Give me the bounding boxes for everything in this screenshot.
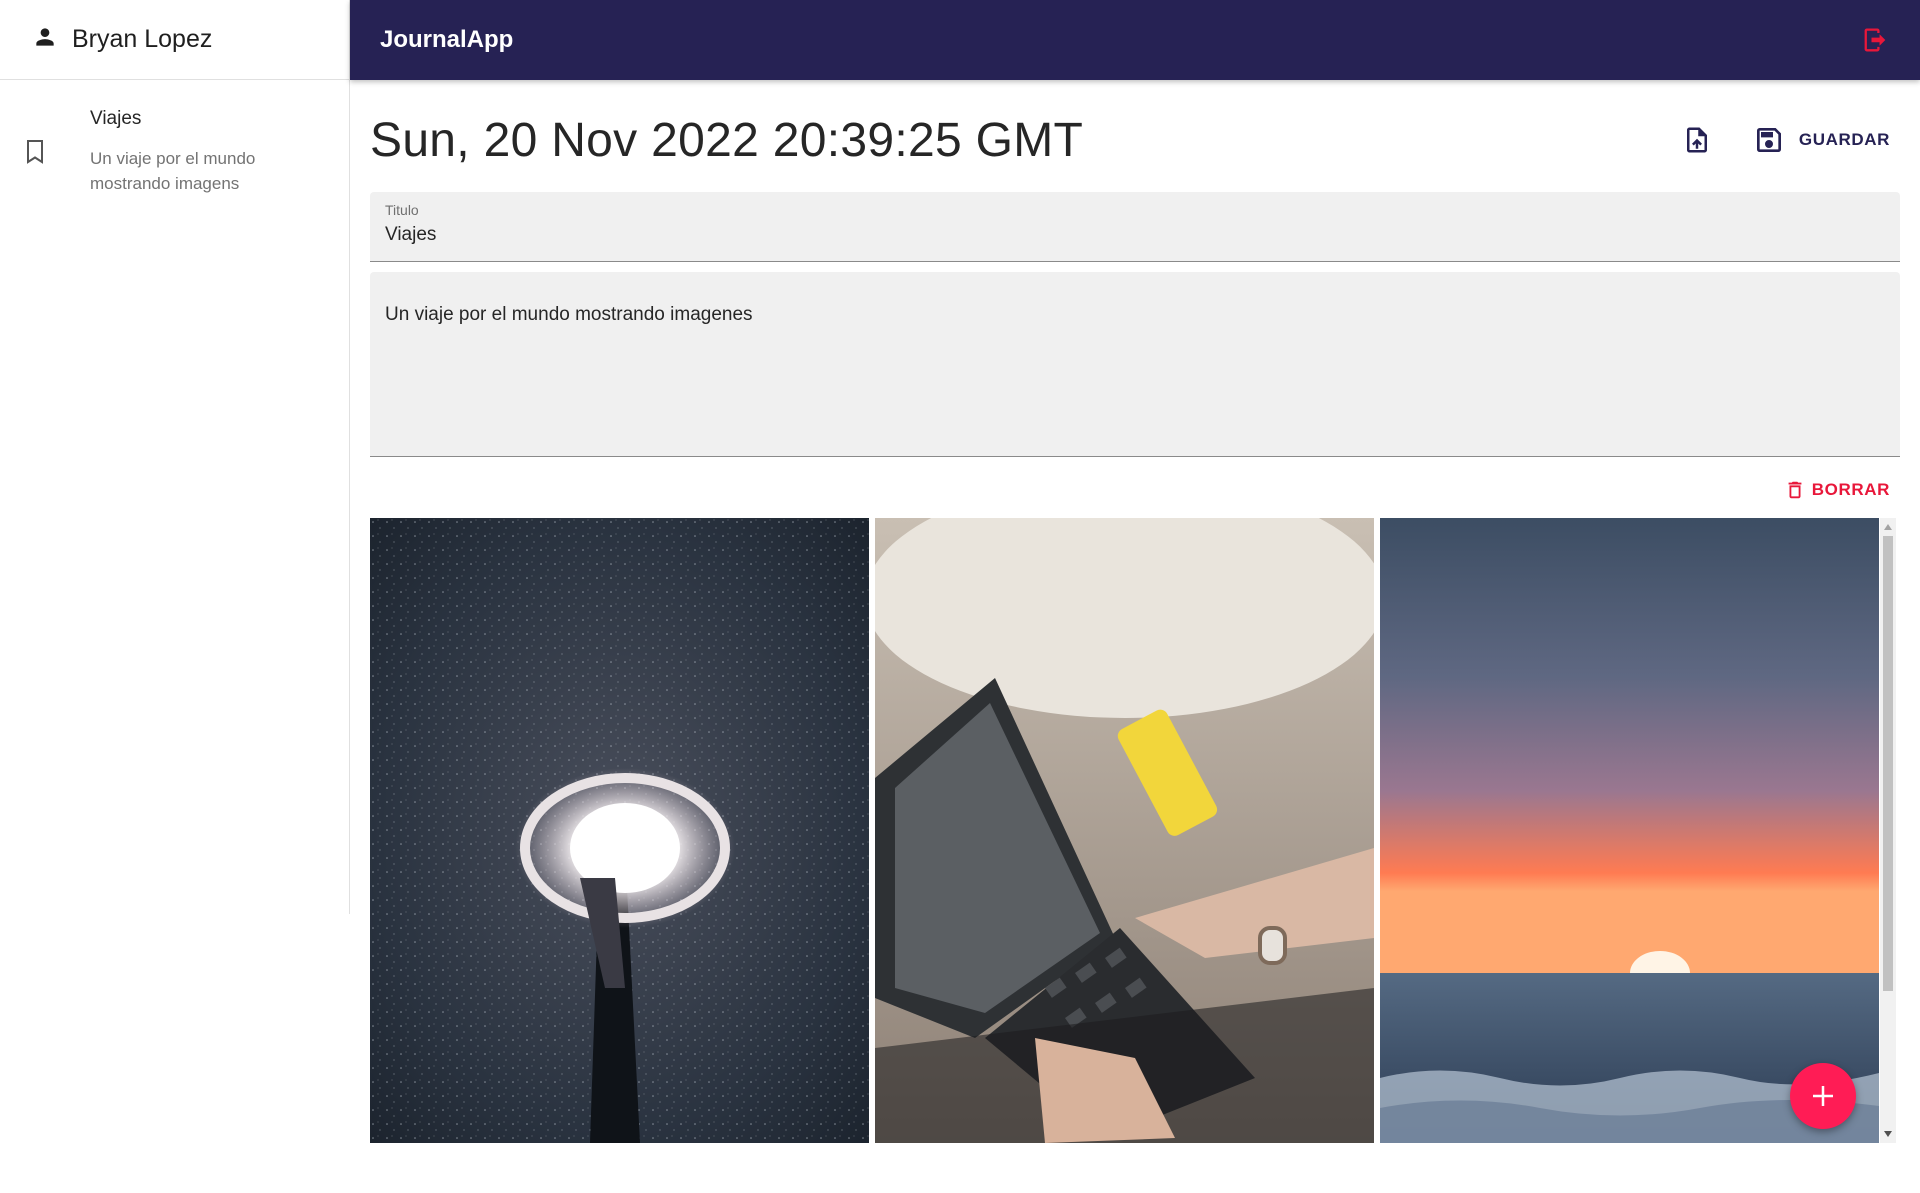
sidebar-entry-viajes[interactable]: Viajes Un viaje por el mundo mostrando i… bbox=[0, 80, 349, 196]
delete-button[interactable]: BORRAR bbox=[1784, 478, 1890, 502]
laptop-phone-photo[interactable] bbox=[875, 518, 1374, 1143]
title-field[interactable]: Titulo Viajes bbox=[370, 192, 1900, 262]
save-icon bbox=[1756, 128, 1781, 152]
note-editor: Sun, 20 Nov 2022 20:39:25 GMT GUARDAR Ti… bbox=[370, 80, 1900, 1193]
image-gallery[interactable] bbox=[370, 518, 1900, 1143]
note-header: Sun, 20 Nov 2022 20:39:25 GMT GUARDAR bbox=[370, 80, 1900, 192]
title-field-label: Titulo bbox=[385, 202, 419, 218]
sunset-ocean-photo[interactable] bbox=[1380, 518, 1879, 1143]
scroll-down-arrow-icon[interactable] bbox=[1884, 1131, 1892, 1137]
body-textarea[interactable]: Un viaje por el mundo mostrando imagenes bbox=[370, 272, 1900, 457]
scroll-up-arrow-icon[interactable] bbox=[1884, 524, 1892, 530]
sidebar-header: Bryan Lopez bbox=[0, 0, 349, 80]
note-date: Sun, 20 Nov 2022 20:39:25 GMT bbox=[370, 113, 1084, 167]
scrollbar-thumb[interactable] bbox=[1883, 536, 1893, 991]
sidebar: Bryan Lopez Viajes Un viaje por el mundo… bbox=[0, 0, 350, 914]
add-note-button[interactable] bbox=[1790, 1063, 1856, 1129]
app-bar: JournalApp bbox=[350, 0, 1920, 80]
person-icon bbox=[32, 24, 72, 55]
logout-icon[interactable] bbox=[1860, 25, 1890, 55]
bookmark-icon bbox=[0, 108, 90, 196]
title-input[interactable]: Viajes bbox=[385, 224, 1885, 246]
trash-icon bbox=[1788, 481, 1802, 499]
save-label: GUARDAR bbox=[1798, 130, 1890, 149]
save-button[interactable]: GUARDAR bbox=[1743, 116, 1900, 164]
delete-label: BORRAR bbox=[1811, 480, 1890, 499]
delete-row: BORRAR bbox=[370, 457, 1900, 523]
entry-body: Un viaje por el mundo mostrando imagens bbox=[90, 149, 256, 193]
street-lamp-photo[interactable] bbox=[370, 518, 869, 1143]
user-name: Bryan Lopez bbox=[72, 25, 213, 53]
entry-title: Viajes bbox=[90, 108, 142, 129]
add-icon bbox=[1813, 1086, 1833, 1106]
upload-file-icon[interactable] bbox=[1677, 120, 1717, 160]
app-title: JournalApp bbox=[380, 26, 514, 53]
gallery-scrollbar[interactable] bbox=[1880, 518, 1896, 1143]
note-actions: GUARDAR bbox=[1677, 116, 1900, 164]
